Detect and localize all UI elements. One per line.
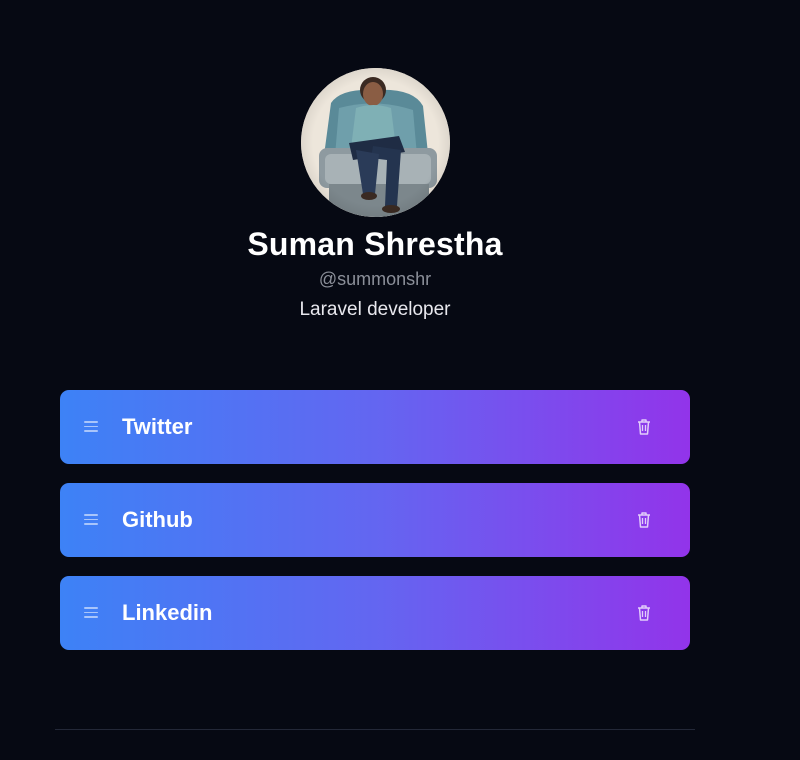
link-label: Linkedin	[122, 600, 213, 625]
profile-name: Suman Shrestha	[247, 226, 503, 262]
profile-bio: Laravel developer	[299, 299, 451, 320]
trash-icon[interactable]	[636, 511, 652, 529]
divider	[55, 729, 695, 730]
trash-icon[interactable]	[636, 418, 652, 436]
drag-handle-icon[interactable]	[84, 607, 98, 618]
profile-handle: @summonshr	[318, 269, 432, 289]
avatar-photo	[300, 68, 450, 217]
profile-section: Suman Shrestha @summonshr Laravel develo…	[60, 68, 690, 322]
drag-handle-icon[interactable]	[84, 514, 98, 525]
link-item-twitter[interactable]: Twitter	[60, 390, 690, 464]
links-list: Twitter Github Linkedin	[60, 390, 690, 669]
link-label: Twitter	[122, 414, 193, 439]
link-label: Github	[122, 507, 193, 532]
drag-handle-icon[interactable]	[84, 421, 98, 432]
link-item-github[interactable]: Github	[60, 483, 690, 557]
link-item-linkedin[interactable]: Linkedin	[60, 576, 690, 650]
trash-icon[interactable]	[636, 604, 652, 622]
avatar	[300, 68, 450, 217]
